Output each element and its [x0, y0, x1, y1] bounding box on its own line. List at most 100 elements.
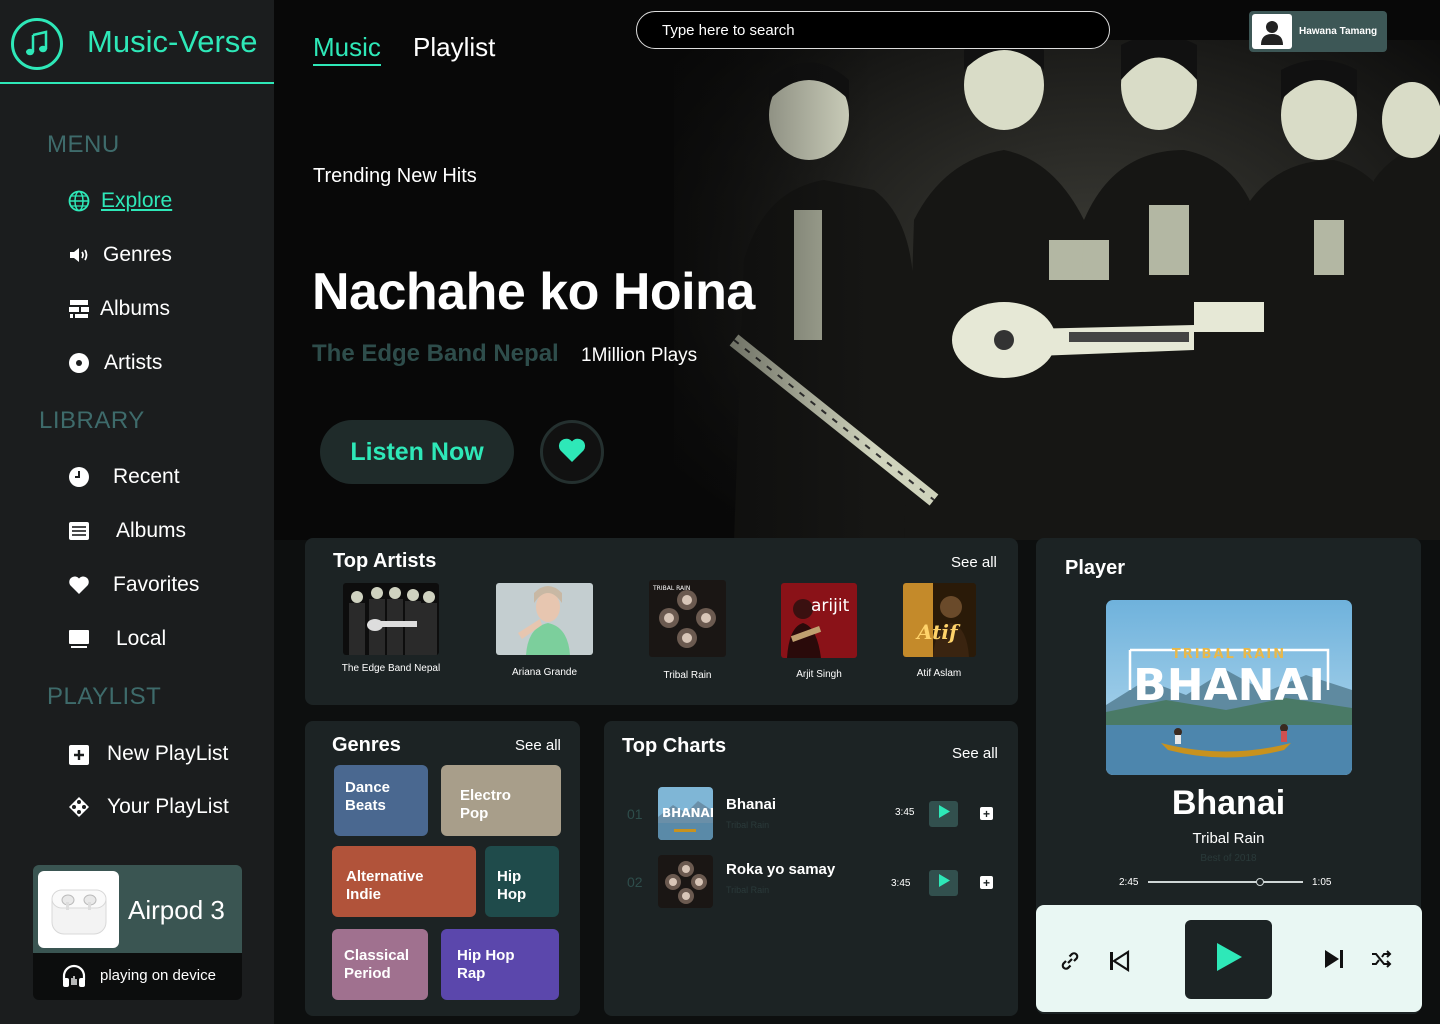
remaining-time: 1:05 — [1312, 877, 1332, 888]
music-note-icon — [11, 18, 63, 70]
artist-name: Atif Aslam — [916, 668, 962, 679]
sidebar-item-genres[interactable]: Genres — [67, 243, 172, 267]
brand-name[interactable]: Music-Verse — [87, 24, 258, 60]
genre-card-hip-hop[interactable]: Hip Hop — [485, 846, 559, 917]
search-input[interactable]: Type here to search — [636, 11, 1110, 49]
top-artists-see-all[interactable]: See all — [951, 554, 997, 571]
hero-kicker: Trending New Hits — [313, 165, 477, 187]
listen-now-button[interactable]: Listen Now — [320, 420, 514, 484]
tab-music[interactable]: Music — [313, 32, 381, 66]
chart-cover: BHANAI — [658, 787, 713, 840]
chart-row[interactable]: 02 Roka yo samay Tribal Rain 3:45 + — [604, 853, 1018, 911]
top-charts-see-all[interactable]: See all — [952, 745, 998, 762]
artist-thumbnail — [343, 583, 439, 655]
sidebar-item-label: Genres — [103, 243, 172, 266]
chart-rank: 01 — [627, 806, 643, 822]
chart-duration: 3:45 — [895, 807, 915, 818]
speaker-icon — [67, 243, 91, 267]
device-status: playing on device — [100, 967, 216, 984]
device-card-top: Airpod 3 — [33, 865, 242, 953]
arijit-logo-text: arijit — [811, 596, 850, 616]
artist-thumbnail: TRIBAL RAIN — [649, 580, 726, 657]
sidebar-item-label: Local — [116, 627, 167, 650]
genre-card-classical-period[interactable]: Classical Period — [332, 929, 428, 1000]
artist-card-edge[interactable]: The Edge Band Nepal — [335, 583, 447, 674]
plus-square-icon — [67, 742, 91, 766]
chart-add-button[interactable]: + — [980, 807, 993, 820]
genre-card-alternative-indie[interactable]: Alternative Indie — [332, 846, 476, 917]
brand-header: Music-Verse — [0, 0, 274, 84]
device-card[interactable]: Airpod 3 playing on device — [33, 865, 242, 1000]
menu-heading: MENU — [47, 131, 120, 158]
artist-thumbnail: arijit — [781, 583, 857, 658]
shuffle-icon — [1370, 948, 1392, 975]
sidebar: Music-Verse MENU Explore Genres Albums A… — [0, 0, 274, 1024]
player-title: Player — [1065, 557, 1126, 579]
link-icon — [1058, 949, 1082, 978]
chart-cover — [658, 855, 713, 908]
genre-card-electro-pop[interactable]: Electro Pop — [441, 765, 561, 836]
play-icon — [1215, 942, 1243, 977]
shuffle-button[interactable] — [1370, 948, 1392, 975]
sidebar-item-artists[interactable]: Artists — [67, 351, 162, 375]
chart-song-title: Roka yo samay — [726, 861, 836, 878]
sidebar-item-new-playlist[interactable]: New PlayList — [67, 742, 228, 766]
play-icon — [938, 805, 950, 823]
chart-play-button[interactable] — [929, 801, 958, 827]
play-button[interactable] — [1185, 920, 1272, 999]
tab-playlist[interactable]: Playlist — [413, 32, 495, 63]
hero-song-title: Nachahe ko Hoina — [312, 263, 755, 321]
monitor-icon — [67, 627, 91, 651]
chart-song-title: Bhanai — [726, 796, 777, 813]
chart-add-button[interactable]: + — [980, 876, 993, 889]
artist-name: Arjit Singh — [796, 669, 842, 680]
airpods-image — [38, 871, 119, 948]
chart-artist: Tribal Rain — [726, 820, 770, 830]
sidebar-item-label: Recent — [113, 465, 180, 488]
artist-card-ariana[interactable]: Ariana Grande — [495, 583, 594, 678]
progress-knob[interactable] — [1255, 878, 1264, 886]
headphones-icon — [61, 964, 87, 993]
plus-icon: + — [982, 806, 990, 821]
genres-see-all[interactable]: See all — [515, 737, 561, 754]
hero-artist[interactable]: The Edge Band Nepal — [312, 340, 559, 368]
user-profile-chip[interactable]: Hawana Tamang — [1249, 11, 1387, 52]
sidebar-item-library-albums[interactable]: Albums — [67, 519, 186, 543]
player-album-art: TRIBAL RAIN BHANAI — [1106, 600, 1352, 775]
favorite-button[interactable] — [540, 420, 604, 484]
chart-artist: Tribal Rain — [726, 885, 770, 895]
genre-card-dance-beats[interactable]: Dance Beats — [334, 765, 428, 836]
elapsed-time: 2:45 — [1119, 877, 1139, 888]
link-button[interactable] — [1058, 949, 1082, 978]
disc-icon — [67, 351, 91, 375]
skip-back-icon — [1108, 949, 1130, 978]
heart-icon — [557, 436, 587, 469]
chart-row[interactable]: 01 BHANAI Bhanai Tribal Rain 3:45 + — [604, 786, 1018, 844]
playlist-icon — [67, 795, 91, 819]
chart-play-button[interactable] — [929, 870, 958, 896]
top-artists-title: Top Artists — [333, 550, 437, 572]
progress-bar[interactable] — [1148, 878, 1303, 886]
artist-card-atif[interactable]: Atif Atif Aslam — [899, 583, 979, 679]
artist-card-arjit[interactable]: arijit Arjit Singh — [777, 583, 861, 680]
sidebar-item-favorites[interactable]: Favorites — [67, 573, 199, 597]
sidebar-item-albums[interactable]: Albums — [67, 297, 170, 321]
artist-name: Ariana Grande — [511, 667, 578, 678]
previous-button[interactable] — [1108, 949, 1130, 978]
genres-title: Genres — [332, 734, 401, 756]
playlist-heading: PLAYLIST — [47, 683, 162, 710]
next-button[interactable] — [1323, 947, 1345, 976]
genre-card-hip-hop-rap[interactable]: Hip Hop Rap — [441, 929, 559, 1000]
player-artist: Tribal Rain — [1192, 830, 1265, 847]
player-song-title: Bhanai — [1171, 784, 1286, 822]
hero-plays: 1Million Plays — [581, 345, 698, 366]
sidebar-item-explore[interactable]: Explore — [67, 189, 172, 213]
sidebar-item-your-playlist[interactable]: Your PlayList — [67, 795, 229, 819]
sidebar-item-recent[interactable]: Recent — [67, 465, 180, 489]
heart-icon — [67, 573, 91, 597]
artist-thumbnail — [496, 583, 593, 655]
player-album: Best of 2018 — [1200, 853, 1257, 864]
plus-icon: + — [982, 875, 990, 890]
sidebar-item-local[interactable]: Local — [67, 627, 166, 651]
artist-card-tribal-rain[interactable]: TRIBAL RAIN Tribal Rain — [645, 580, 730, 681]
